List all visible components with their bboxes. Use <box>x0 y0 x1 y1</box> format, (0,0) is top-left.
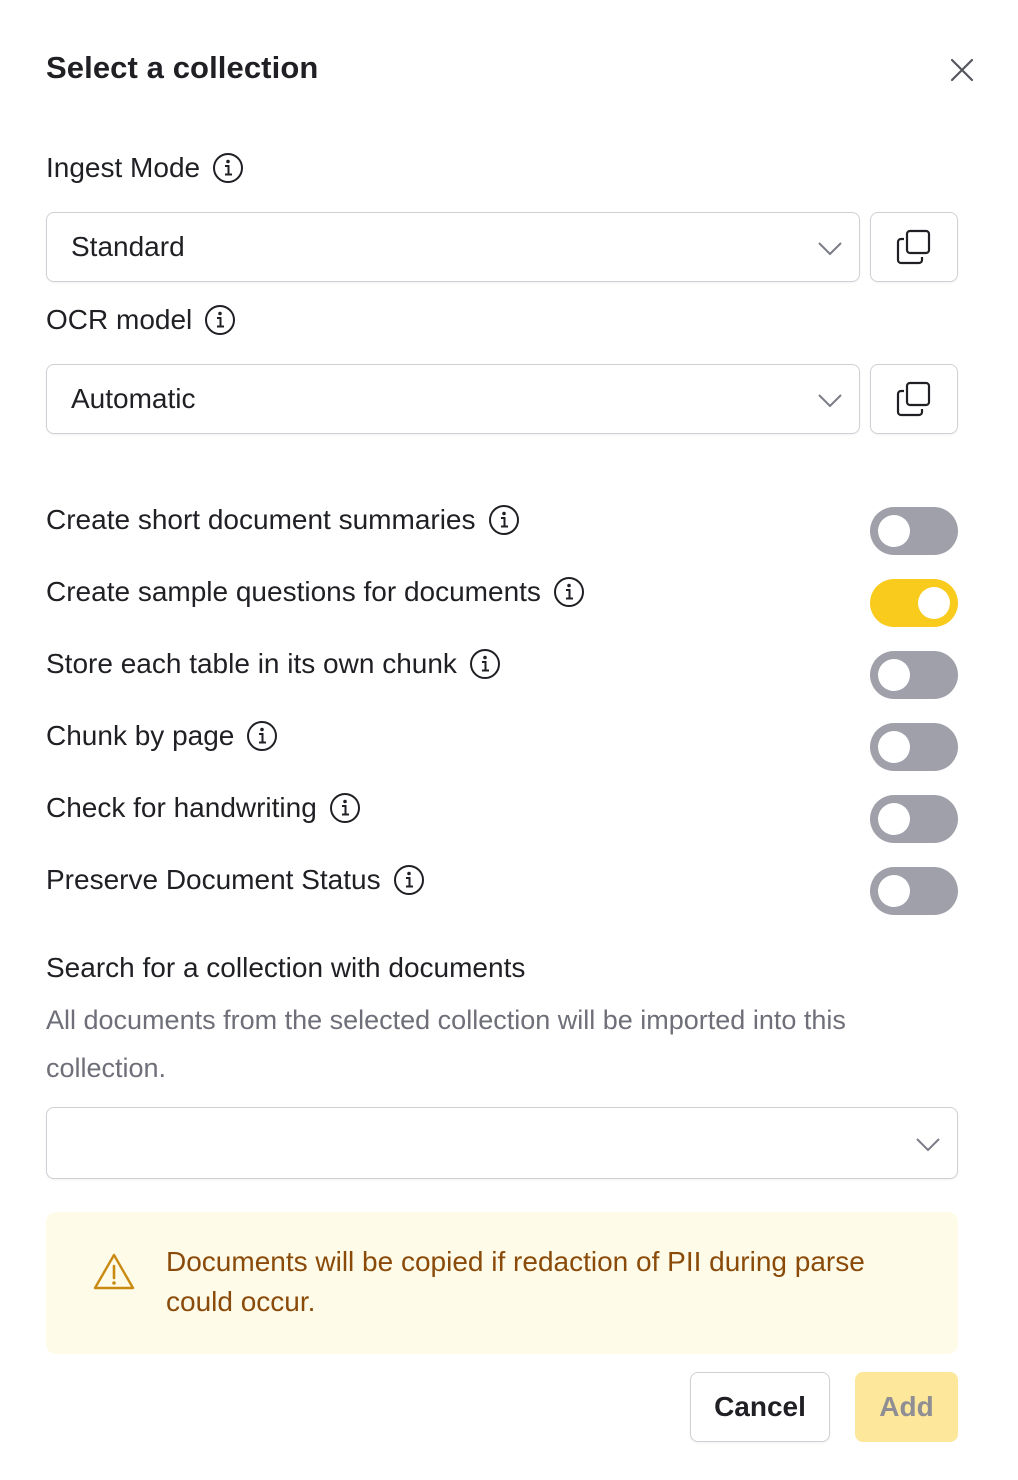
toggle-knob <box>878 803 910 835</box>
toggle-label-preserve-status: Preserve Document Status <box>46 864 381 895</box>
toggle-knob <box>918 587 950 619</box>
info-icon[interactable] <box>204 304 236 336</box>
toggle-sample-questions[interactable] <box>870 579 958 627</box>
dialog-title: Select a collection <box>46 50 319 85</box>
collection-search-description: All documents from the selected collecti… <box>46 1005 846 1083</box>
toggle-label-table-chunk: Store each table in its own chunk <box>46 648 457 679</box>
info-icon[interactable] <box>212 152 244 184</box>
info-icon[interactable] <box>553 576 585 608</box>
toggle-label-sample-questions: Create sample questions for documents <box>46 576 541 607</box>
toggle-knob <box>878 875 910 907</box>
add-button[interactable]: Add <box>855 1372 958 1442</box>
ingest-mode-value: Standard <box>71 231 185 262</box>
toggle-label-row: Check for handwriting <box>46 792 361 824</box>
toggle-knob <box>878 731 910 763</box>
chevron-down-icon <box>818 242 842 256</box>
toggle-summaries[interactable] <box>870 507 958 555</box>
warning-icon <box>93 1253 135 1290</box>
ocr-model-label: OCR model <box>46 304 193 335</box>
ingest-mode-copy-button[interactable] <box>870 212 958 282</box>
info-icon[interactable] <box>246 720 278 752</box>
ocr-model-copy-button[interactable] <box>870 364 958 434</box>
toggle-chunk-by-page[interactable] <box>870 723 958 771</box>
ingest-mode-label-row: Ingest Mode <box>46 152 244 184</box>
ocr-model-value: Automatic <box>71 383 196 414</box>
copy-icon <box>896 229 931 265</box>
toggle-label-row: Chunk by page <box>46 720 278 752</box>
close-button[interactable] <box>944 52 980 88</box>
chevron-down-icon <box>916 1138 940 1152</box>
toggle-label-row: Store each table in its own chunk <box>46 648 501 680</box>
toggle-label-row: Preserve Document Status <box>46 864 425 896</box>
toggle-table-chunk[interactable] <box>870 651 958 699</box>
toggle-label-summaries: Create short document summaries <box>46 504 476 535</box>
toggle-label-row: Create sample questions for documents <box>46 576 585 608</box>
toggle-knob <box>878 659 910 691</box>
toggle-handwriting[interactable] <box>870 795 958 843</box>
info-icon[interactable] <box>393 864 425 896</box>
toggle-label-row: Create short document summaries <box>46 504 520 536</box>
info-icon[interactable] <box>488 504 520 536</box>
ocr-model-select[interactable]: Automatic <box>46 364 860 434</box>
chevron-down-icon <box>818 394 842 408</box>
ocr-model-label-row: OCR model <box>46 304 236 336</box>
toggle-label-chunk-by-page: Chunk by page <box>46 720 235 751</box>
info-icon[interactable] <box>469 648 501 680</box>
collection-search-title: Search for a collection with documents <box>46 952 526 983</box>
toggle-preserve-status[interactable] <box>870 867 958 915</box>
copy-icon <box>896 381 931 417</box>
alert-message: Documents will be copied if redaction of… <box>166 1246 865 1317</box>
ingest-mode-select[interactable]: Standard <box>46 212 860 282</box>
cancel-button[interactable]: Cancel <box>690 1372 830 1442</box>
collection-search-select[interactable] <box>46 1107 958 1179</box>
toggle-label-handwriting: Check for handwriting <box>46 792 317 823</box>
close-icon <box>950 58 974 82</box>
info-icon[interactable] <box>329 792 361 824</box>
ingest-mode-label: Ingest Mode <box>46 152 201 183</box>
toggle-knob <box>878 515 910 547</box>
pii-warning-alert: Documents will be copied if redaction of… <box>46 1212 958 1354</box>
